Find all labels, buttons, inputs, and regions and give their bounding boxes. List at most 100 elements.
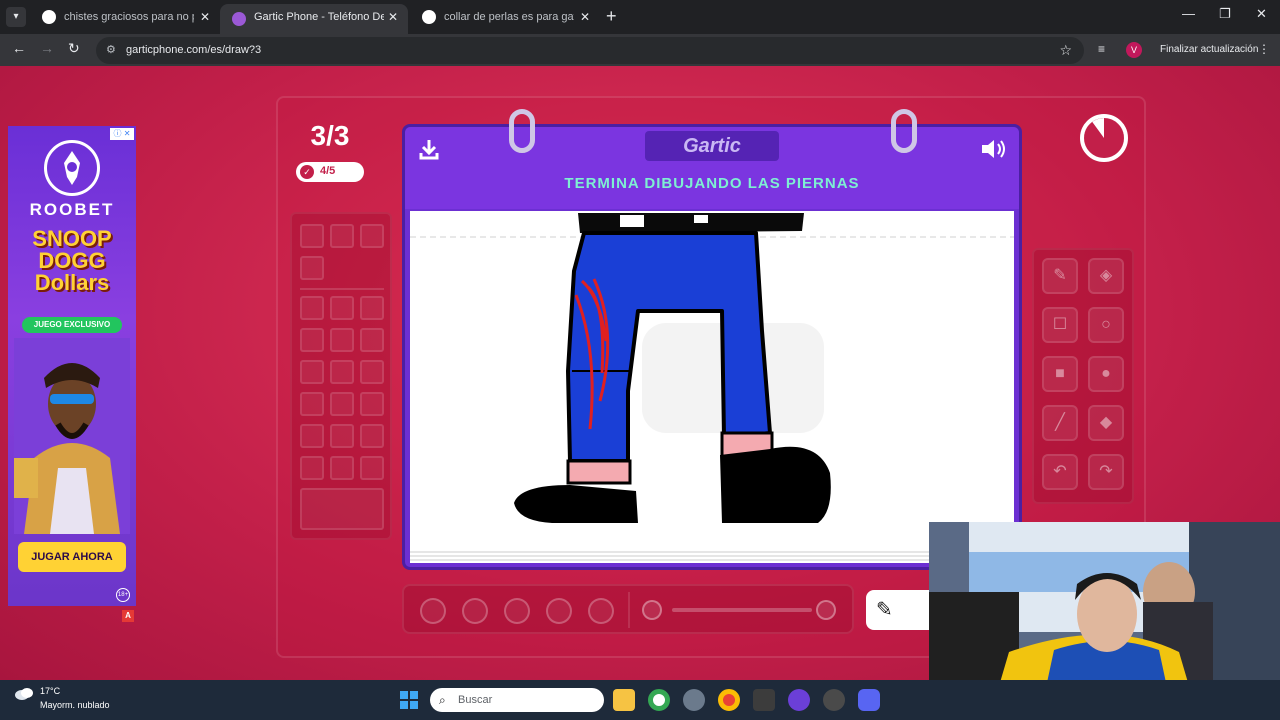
color-swatch[interactable] bbox=[300, 392, 324, 416]
file-explorer-icon[interactable] bbox=[613, 689, 635, 711]
brush-size-option[interactable] bbox=[462, 598, 488, 624]
pencil-icon[interactable]: ✎ bbox=[1042, 258, 1078, 294]
chrome-icon[interactable] bbox=[648, 689, 670, 711]
color-swatch[interactable] bbox=[330, 424, 354, 448]
close-window-icon[interactable]: ✕ bbox=[1256, 6, 1267, 22]
notebook-page-edge bbox=[410, 551, 1014, 563]
avatar[interactable]: V bbox=[1126, 42, 1142, 58]
url-text[interactable]: garticphone.com/es/draw?3 bbox=[126, 44, 261, 56]
opacity-slider-knob[interactable] bbox=[816, 600, 836, 620]
color-swatch[interactable] bbox=[300, 328, 324, 352]
done-button[interactable]: ✎ bbox=[866, 590, 936, 630]
color-swatch[interactable] bbox=[300, 296, 324, 320]
tab-gartic-phone[interactable]: Gartic Phone - Teléfono Descon ✕ bbox=[220, 4, 408, 34]
taskbar-search-input[interactable]: ⌕ Buscar bbox=[430, 688, 604, 712]
settings-icon[interactable] bbox=[683, 689, 705, 711]
color-swatch[interactable] bbox=[330, 296, 354, 320]
color-swatch[interactable] bbox=[330, 392, 354, 416]
minimize-icon[interactable]: — bbox=[1182, 6, 1195, 21]
new-tab-button[interactable]: + bbox=[606, 6, 617, 26]
ad-info-icon[interactable]: ⓘ ✕ bbox=[110, 128, 134, 140]
tab-close-icon[interactable]: ✕ bbox=[580, 4, 590, 30]
drawing-canvas[interactable] bbox=[410, 211, 1014, 551]
redo-icon[interactable]: ↷ bbox=[1088, 454, 1124, 490]
tab-close-icon[interactable]: ✕ bbox=[388, 4, 398, 30]
bookmark-star-icon[interactable]: ☆ bbox=[1059, 42, 1072, 59]
color-swatch[interactable] bbox=[330, 224, 354, 248]
color-swatch[interactable] bbox=[300, 424, 324, 448]
color-palette bbox=[290, 212, 392, 540]
update-button[interactable]: Finalizar actualización bbox=[1152, 40, 1266, 60]
ad-cta-button[interactable]: JUGAR AHORA bbox=[18, 542, 126, 572]
windows-start-icon[interactable] bbox=[398, 689, 420, 711]
color-swatch[interactable] bbox=[360, 360, 384, 384]
ad-person-image bbox=[14, 338, 130, 534]
gartic-logo: Gartic bbox=[645, 131, 779, 161]
players-done-badge: ✓ 4/5 bbox=[296, 162, 364, 182]
capcut-icon[interactable] bbox=[753, 689, 775, 711]
forward-icon[interactable]: → bbox=[40, 40, 54, 56]
color-swatch[interactable] bbox=[330, 360, 354, 384]
ad-choices-icon[interactable]: A bbox=[122, 610, 134, 622]
line-icon[interactable]: ╱ bbox=[1042, 405, 1078, 441]
roobet-logo-icon bbox=[44, 140, 100, 196]
eraser-icon[interactable]: ◈ bbox=[1088, 258, 1124, 294]
color-swatch[interactable] bbox=[300, 256, 324, 280]
color-swatch[interactable] bbox=[300, 456, 324, 480]
discord-icon[interactable] bbox=[858, 689, 880, 711]
obs-icon[interactable] bbox=[788, 689, 810, 711]
color-swatch[interactable] bbox=[360, 424, 384, 448]
chrome-profile-icon[interactable] bbox=[718, 689, 740, 711]
circle-filled-icon[interactable]: ● bbox=[1088, 356, 1124, 392]
tab-list-icon[interactable]: ≡ bbox=[1098, 42, 1105, 56]
color-swatch[interactable] bbox=[360, 296, 384, 320]
color-swatch[interactable] bbox=[360, 456, 384, 480]
color-swatch[interactable] bbox=[360, 392, 384, 416]
color-swatch[interactable] bbox=[360, 328, 384, 352]
search-placeholder: Buscar bbox=[458, 694, 493, 706]
reload-icon[interactable]: ↻ bbox=[68, 40, 80, 57]
color-swatch[interactable] bbox=[330, 456, 354, 480]
ad-banner[interactable]: ROOBET SNOOP DOGG Dollars JUEGO EXCLUSIV… bbox=[8, 126, 136, 606]
windows-taskbar: 17°C Mayorm. nublado ⌕ Buscar bbox=[0, 680, 1280, 720]
canvas-header: Gartic TERMINA DIBUJANDO LAS PIERNAS bbox=[405, 127, 1019, 209]
weather-widget[interactable]: 17°C Mayorm. nublado bbox=[14, 686, 110, 710]
address-bar[interactable]: ⚙ garticphone.com/es/draw?3 ☆ bbox=[96, 37, 1084, 64]
gartic-phone-icon bbox=[232, 12, 246, 26]
current-color-preview bbox=[300, 488, 384, 530]
brush-size-option[interactable] bbox=[546, 598, 572, 624]
tab-collar[interactable]: collar de perlas es para gays no ✕ bbox=[410, 4, 600, 30]
download-icon[interactable] bbox=[417, 137, 441, 161]
undo-icon[interactable]: ↶ bbox=[1042, 454, 1078, 490]
drawing-prompt: TERMINA DIBUJANDO LAS PIERNAS bbox=[564, 175, 860, 192]
back-icon[interactable]: ← bbox=[12, 40, 26, 56]
canvas-frame: Gartic TERMINA DIBUJANDO LAS PIERNAS bbox=[402, 109, 1022, 570]
brush-size-option[interactable] bbox=[420, 598, 446, 624]
fill-bucket-icon[interactable]: ◆ bbox=[1088, 405, 1124, 441]
cloud-icon bbox=[14, 686, 34, 700]
rectangle-outline-icon[interactable]: ☐ bbox=[1042, 307, 1078, 343]
bar-divider bbox=[628, 592, 630, 628]
round-counter: 3/3 bbox=[310, 120, 350, 151]
brush-size-option[interactable] bbox=[504, 598, 530, 624]
color-swatch[interactable] bbox=[300, 224, 324, 248]
site-info-icon[interactable]: ⚙ bbox=[106, 43, 116, 56]
steam-icon[interactable] bbox=[823, 689, 845, 711]
check-icon: ✓ bbox=[300, 165, 314, 179]
kebab-menu-icon[interactable]: ⋮ bbox=[1258, 42, 1270, 56]
color-swatch[interactable] bbox=[330, 328, 354, 352]
opacity-slider-min[interactable] bbox=[642, 600, 662, 620]
rectangle-filled-icon[interactable]: ■ bbox=[1042, 356, 1078, 392]
brush-size-option[interactable] bbox=[588, 598, 614, 624]
opacity-slider-track[interactable] bbox=[672, 608, 812, 612]
tab-chistes[interactable]: chistes graciosos para no parar ✕ bbox=[30, 4, 220, 30]
tab-close-icon[interactable]: ✕ bbox=[200, 4, 210, 30]
color-swatch[interactable] bbox=[360, 224, 384, 248]
tab-search-button[interactable]: ▾ bbox=[6, 7, 26, 27]
players-done-count: 4/5 bbox=[320, 165, 336, 177]
brush-settings-bar bbox=[402, 584, 854, 634]
circle-outline-icon[interactable]: ○ bbox=[1088, 307, 1124, 343]
restore-icon[interactable]: ❐ bbox=[1219, 6, 1231, 22]
color-swatch[interactable] bbox=[300, 360, 324, 384]
sound-icon[interactable] bbox=[979, 137, 1007, 161]
